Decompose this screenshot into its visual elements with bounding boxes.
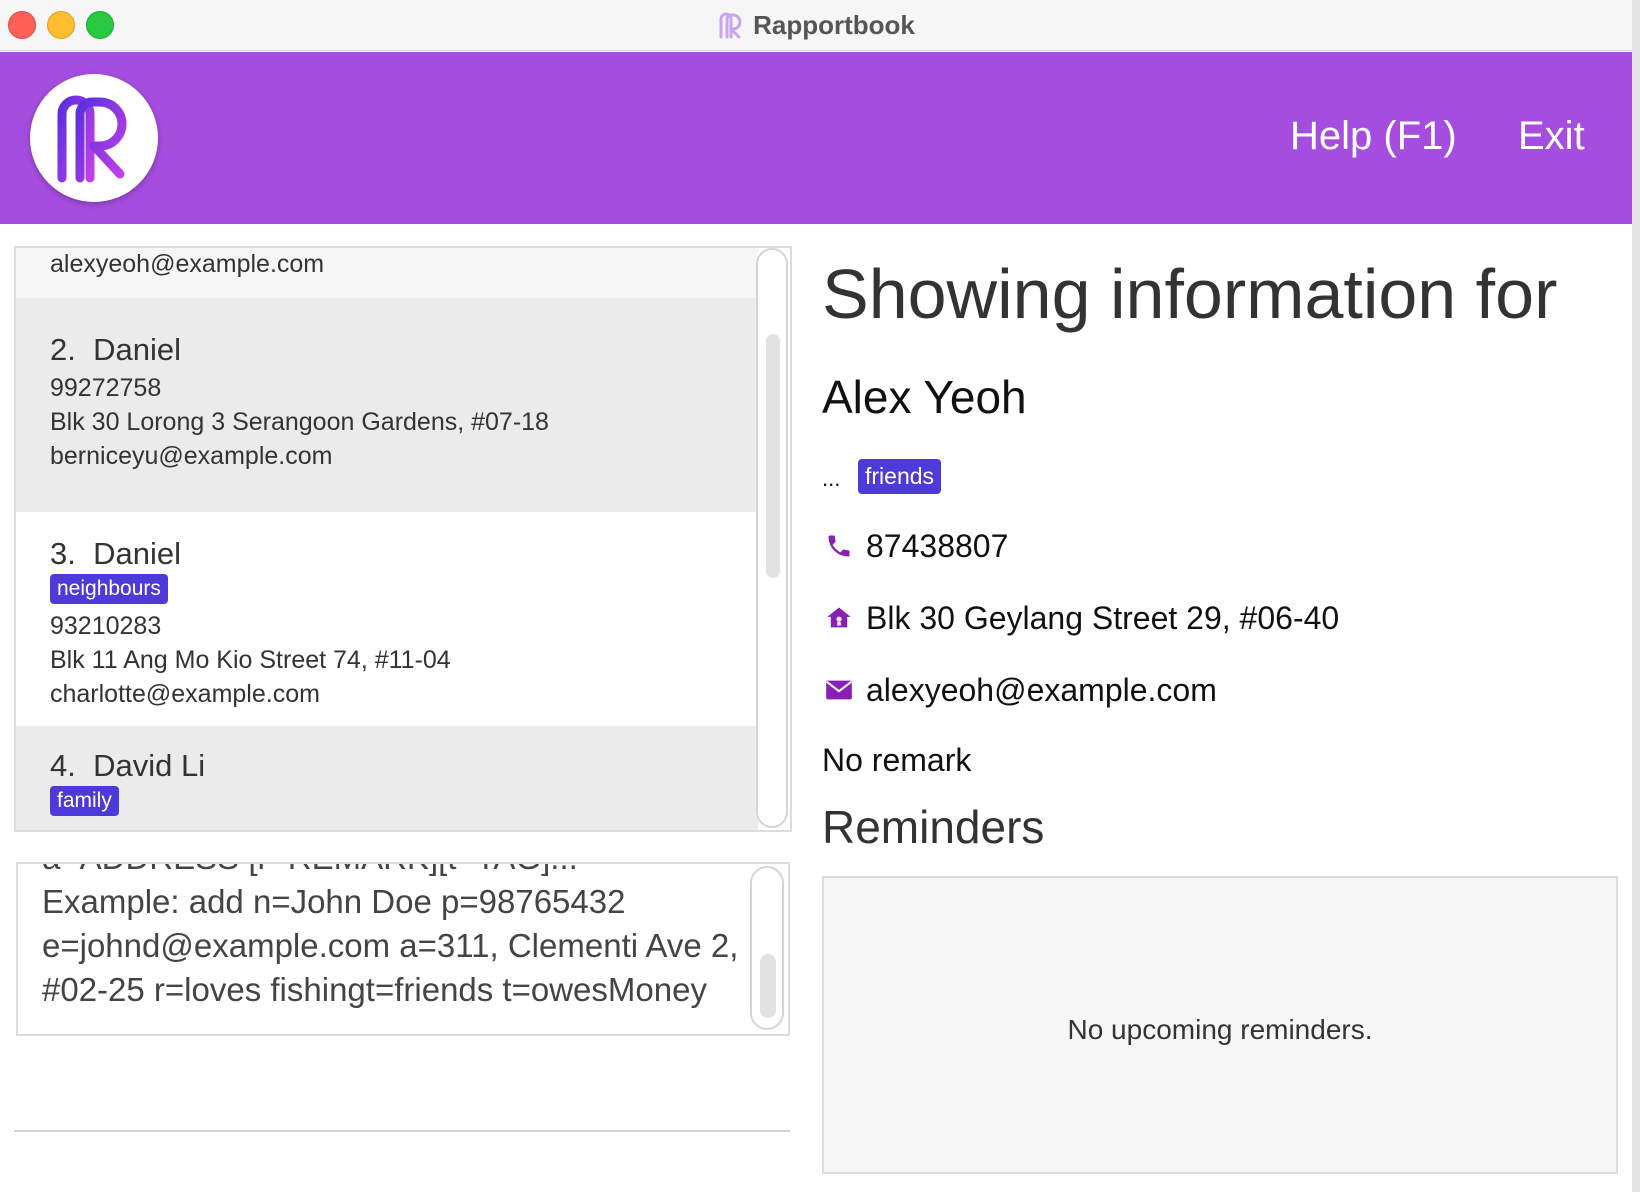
detail-phone-row: 87438807 (822, 526, 1008, 566)
detail-email: alexyeoh@example.com (866, 671, 1217, 708)
person-card-name: Daniel (93, 536, 181, 571)
app-header: Help (F1) Exit (0, 52, 1632, 224)
detail-person-name: Alex Yeoh (822, 371, 1027, 423)
person-card-email: charlotte@example.com (50, 680, 320, 708)
window-title: Rapportbook (753, 9, 915, 40)
result-line: #02-25 r=loves fishingt=friends t=owesMo… (42, 971, 707, 1008)
person-card-email: berniceyu@example.com (50, 442, 333, 470)
person-card-index: 3. (50, 536, 76, 571)
person-card-phone: 99272758 (50, 374, 162, 402)
result-line: e=johnd@example.com a=311, Clementi Ave … (42, 927, 739, 964)
detail-phone: 87438807 (866, 527, 1009, 564)
person-card-index: 4. (50, 748, 76, 783)
person-card-3[interactable]: 3. Daniel neighbours 93210283 Blk 11 Ang… (16, 512, 758, 726)
reminders-panel: No upcoming reminders. (822, 876, 1618, 1174)
exit-menu-button[interactable]: Exit (1518, 114, 1585, 159)
app-logo-small-icon (719, 12, 742, 39)
title-bar: Rapportbook (0, 0, 1632, 51)
detail-address: Blk 30 Geylang Street 29, #06-40 (866, 599, 1340, 636)
person-card-index: 2. (50, 332, 76, 367)
result-display-scrollbar[interactable] (750, 866, 784, 1030)
tag-badge: neighbours (50, 574, 168, 604)
person-card-4[interactable]: 4. David Li family (16, 726, 758, 830)
reminders-heading: Reminders (822, 801, 1045, 853)
result-display-scrollbar-thumb[interactable] (760, 954, 776, 1018)
app-logo-icon (57, 95, 127, 183)
person-card-address: Blk 11 Ang Mo Kio Street 74, #11-04 (50, 646, 451, 674)
result-display[interactable]: a=ADDRESS [r=REMARK][t=TAG]... Example: … (16, 862, 790, 1036)
person-card-2[interactable]: 2. Daniel 99272758 Blk 30 Lorong 3 Seran… (16, 298, 758, 512)
person-list-panel[interactable]: alexyeoh@example.com 2. Daniel 99272758 … (14, 246, 792, 832)
app-logo (30, 74, 158, 202)
detail-tag-badge: friends (858, 459, 942, 494)
help-menu-button[interactable]: Help (F1) (1290, 114, 1457, 159)
detail-address-row: Blk 30 Geylang Street 29, #06-40 (822, 598, 1339, 638)
phone-icon (822, 529, 856, 563)
person-card-name: Daniel (93, 332, 181, 367)
result-text: a=ADDRESS [r=REMARK][t=TAG]... Example: … (42, 864, 742, 1012)
mail-icon (822, 673, 856, 707)
person-list-scrollbar[interactable] (756, 248, 788, 828)
home-icon (822, 601, 856, 635)
tag-badge: family (50, 786, 119, 816)
detail-remark: No remark (822, 742, 972, 778)
reminders-empty-message: No upcoming reminders. (1067, 1014, 1373, 1045)
window-title-group: Rapportbook (0, 0, 1632, 50)
result-line: Example: add n=John Doe p=98765432 (42, 883, 626, 920)
detail-tags-ellipsis: ... (822, 466, 841, 491)
person-list-scrollbar-thumb[interactable] (766, 334, 780, 578)
command-box-underline (14, 1130, 790, 1132)
detail-email-row: alexyeoh@example.com (822, 670, 1217, 710)
person-card-address: Blk 30 Lorong 3 Serangoon Gardens, #07-1… (50, 408, 549, 436)
result-line: a=ADDRESS [r=REMARK][t=TAG]... (42, 864, 742, 880)
person-card-1[interactable]: alexyeoh@example.com (16, 248, 758, 298)
detail-heading: Showing information for (822, 255, 1558, 333)
person-card-email: alexyeoh@example.com (50, 250, 325, 278)
person-card-phone: 93210283 (50, 612, 162, 640)
person-card-name: David Li (93, 748, 206, 783)
window-edge (1632, 0, 1640, 1192)
